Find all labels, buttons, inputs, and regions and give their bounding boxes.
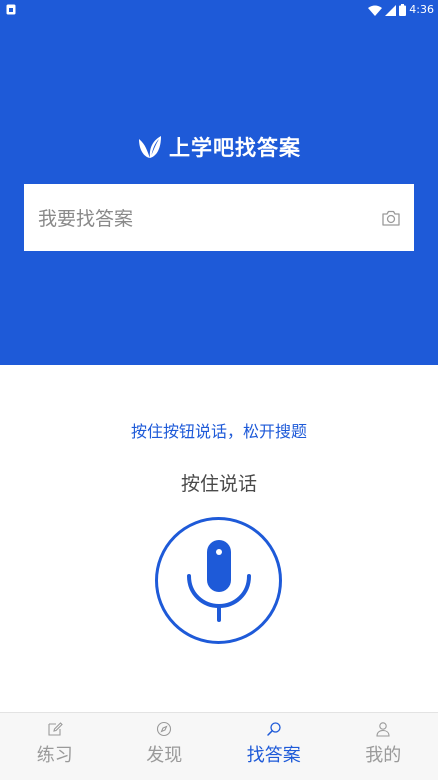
hold-to-talk-label: 按住说话 bbox=[180, 473, 257, 495]
leaf-logo-icon bbox=[139, 136, 161, 158]
edit-icon bbox=[48, 722, 63, 736]
wifi-icon bbox=[368, 5, 383, 16]
brand-logo: 上学吧找答案 bbox=[0, 132, 438, 162]
voice-search-button[interactable] bbox=[155, 517, 282, 644]
compass-icon bbox=[157, 721, 172, 737]
status-bar: 4:36 bbox=[0, 0, 438, 20]
signal-icon bbox=[385, 4, 397, 16]
app-title: 上学吧找答案 bbox=[169, 136, 301, 160]
hero-header: 上学吧找答案 我要找答案 bbox=[0, 20, 438, 365]
battery-icon bbox=[399, 4, 407, 16]
search-input[interactable]: 我要找答案 bbox=[24, 184, 414, 251]
status-time: 4:36 bbox=[409, 3, 434, 16]
search-placeholder: 我要找答案 bbox=[38, 208, 134, 230]
tab-label: 找答案 bbox=[246, 745, 301, 766]
search-icon bbox=[267, 722, 281, 736]
tab-label: 我的 bbox=[365, 745, 402, 766]
tab-practice[interactable]: 练习 bbox=[0, 713, 110, 780]
tab-label: 发现 bbox=[146, 745, 183, 766]
notification-icon bbox=[6, 4, 16, 15]
tab-mine[interactable]: 我的 bbox=[329, 713, 438, 780]
camera-icon[interactable] bbox=[380, 207, 402, 229]
tab-label: 练习 bbox=[36, 745, 73, 766]
tab-discover[interactable]: 发现 bbox=[110, 713, 220, 780]
user-icon bbox=[376, 722, 390, 737]
tab-find-answer[interactable]: 找答案 bbox=[219, 713, 329, 780]
bottom-tab-bar: 练习 发现 找答案 我的 bbox=[0, 712, 438, 780]
microphone-icon bbox=[186, 539, 251, 622]
voice-hint: 按住按钮说话，松开搜题 bbox=[130, 422, 307, 441]
